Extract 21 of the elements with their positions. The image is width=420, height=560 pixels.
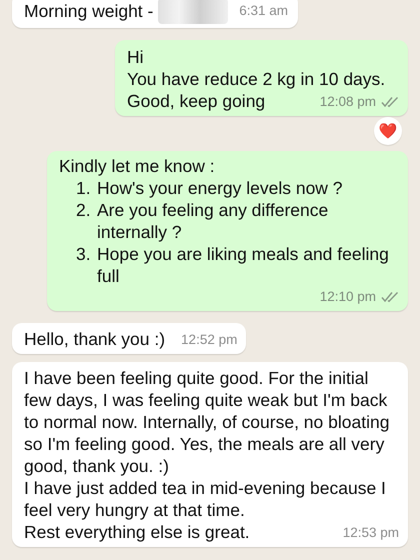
message-text: Kindly let me know :: [59, 155, 215, 177]
message-text: I have just added tea in mid-evening because I feel very hungry at that time.: [24, 477, 387, 521]
message-time: 12:08 pm: [320, 93, 376, 111]
message-text: Hello, thank you :): [24, 328, 166, 350]
message-time: 6:31 am: [239, 2, 288, 20]
message-text: Rest everything else is great.: [24, 521, 250, 543]
list-number: 1.: [76, 177, 92, 199]
list-item-text: Hope you are liking meals and feeling full: [97, 243, 390, 287]
message-text: Hi: [127, 46, 144, 68]
message-time: 12:53 pm: [342, 524, 399, 542]
message-text: I have been feeling quite good. For the initial few days, I was feeling quite weak but I'm back to normal now. Internally, of course, no bloating so I'm feeling good. Yes, the meals are all very good, thank you. :): [24, 367, 390, 477]
message-text: Good, keep going: [127, 90, 266, 112]
list-item-text: Are you feeling any difference internally ?: [97, 199, 330, 243]
list-number: 3.: [76, 243, 92, 266]
message-time: 12:52 pm: [181, 331, 238, 349]
list-item-text: How's your energy levels now ?: [97, 177, 343, 199]
message-text: Morning weight -: [24, 0, 154, 22]
message-text: You have reduce 2 kg in 10 days.: [127, 68, 386, 90]
heart-reaction[interactable]: ❤: [374, 117, 402, 145]
message-time: 12:10 pm: [320, 288, 376, 306]
list-number: 2.: [76, 199, 92, 222]
